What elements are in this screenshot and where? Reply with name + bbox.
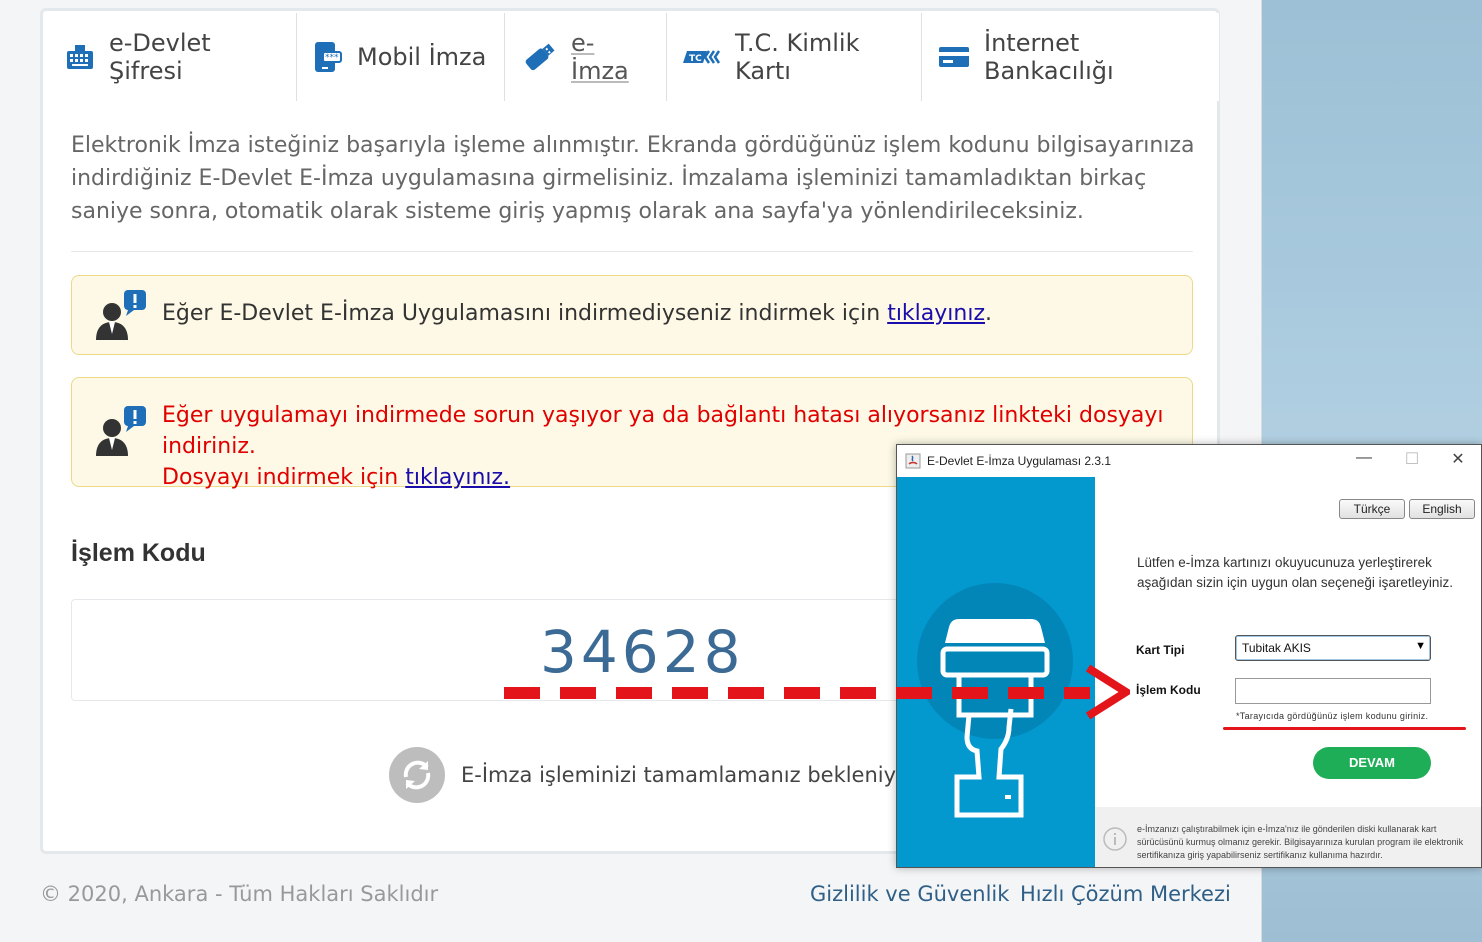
tab-label: İnternet Bankacılığı xyxy=(984,29,1114,85)
minimize-button[interactable]: — xyxy=(1349,449,1379,467)
mobile-signature-icon: *** xyxy=(315,42,342,72)
form-panel: Türkçe English Lütfen e-İmza kartınızı o… xyxy=(1095,477,1481,867)
usb-token-icon xyxy=(525,43,555,71)
islem-kodu-hint: *Tarayıcıda gördüğünüz işlem kodunu giri… xyxy=(1236,711,1429,721)
svg-text:***: *** xyxy=(325,53,339,63)
tab-label: T.C. Kimlik Kartı xyxy=(735,29,860,85)
tc-id-card-icon: TC xyxy=(683,50,721,64)
download-app-link[interactable]: tıklayınız xyxy=(887,301,985,326)
user-alert-icon xyxy=(96,290,146,340)
svg-text:TC: TC xyxy=(689,54,702,64)
window-title: E-Devlet E-İmza Uygulaması 2.3.1 xyxy=(927,454,1112,468)
download-app-alert: Eğer E-Devlet E-İmza Uygulamasını indirm… xyxy=(71,275,1193,355)
turkce-button[interactable]: Türkçe xyxy=(1339,499,1405,519)
islem-kodu-title: İşlem Kodu xyxy=(71,539,206,567)
tab-tc-kimlik-karti[interactable]: TC T.C. Kimlik Kartı xyxy=(667,13,922,101)
alert-line-2: Dosyayı indirmek için xyxy=(162,465,406,490)
tab-edevlet-sifresi[interactable]: e-Devlet Şifresi xyxy=(45,13,297,101)
close-button[interactable]: ✕ xyxy=(1443,449,1473,469)
kart-tipi-label: Kart Tipi xyxy=(1136,643,1185,657)
java-app-icon xyxy=(905,453,921,469)
instructions: Lütfen e-İmza kartınızı okuyucunuza yerl… xyxy=(1137,553,1453,593)
islem-kodu-input[interactable] xyxy=(1235,678,1431,704)
keypad-icon xyxy=(67,45,93,69)
tab-label: e-Devlet Şifresi xyxy=(109,29,211,85)
login-method-tabs: e-Devlet Şifresi *** Mobil İmza e-İmza T… xyxy=(45,13,1219,101)
tab-e-imza[interactable]: e-İmza xyxy=(505,13,667,101)
edevlet-eimza-app-window: E-Devlet E-İmza Uygulaması 2.3.1 — ☐ ✕ T… xyxy=(896,444,1482,868)
info-icon xyxy=(1103,827,1127,851)
help-center-link[interactable]: Hızlı Çözüm Merkezi xyxy=(1020,882,1231,906)
user-alert-icon xyxy=(96,406,146,456)
alert-message: Eğer E-Devlet E-İmza Uygulamasını indirm… xyxy=(162,301,888,326)
instructions-line-1: Lütfen e-İmza kartınızı okuyucunuza yerl… xyxy=(1137,555,1432,570)
red-dashed-arrow xyxy=(504,664,1130,720)
privacy-link[interactable]: Gizlilik ve Güvenlik xyxy=(810,882,1009,906)
alert-suffix: . xyxy=(985,301,992,326)
intro-text: Elektronik İmza isteğiniz başarıyla işle… xyxy=(71,133,1195,224)
devam-button[interactable]: DEVAM xyxy=(1313,747,1431,779)
footnote-text: e-İmzanızı çalıştırabilmek için e-İmza'n… xyxy=(1137,824,1464,860)
islem-kodu-label: İşlem Kodu xyxy=(1136,683,1201,697)
dropdown-caret-icon: ▼ xyxy=(1415,640,1426,652)
dialog-footer: e-İmzanızı çalıştırabilmek için e-İmza'n… xyxy=(1095,807,1481,867)
tab-label: Mobil İmza xyxy=(357,43,487,71)
footer-copyright: © 2020, Ankara - Tüm Hakları Saklıdır xyxy=(40,882,439,906)
red-highlight-underline xyxy=(1223,727,1466,730)
tab-mobil-imza[interactable]: *** Mobil İmza xyxy=(297,13,505,101)
kart-tipi-value: Tubitak AKIS xyxy=(1242,641,1311,655)
download-file-link[interactable]: tıklayınız. xyxy=(405,465,510,490)
alert-text: Eğer E-Devlet E-İmza Uygulamasını indirm… xyxy=(162,298,992,329)
bank-card-icon xyxy=(939,47,969,67)
waiting-text: E-İmza işleminizi tamamlamanız bekleniyo… xyxy=(461,763,936,787)
english-button[interactable]: English xyxy=(1409,499,1475,519)
maximize-button[interactable]: ☐ xyxy=(1397,449,1427,469)
divider xyxy=(71,251,1193,252)
instructions-line-2: aşağıdan sizin için uygun olan seçeneği … xyxy=(1137,575,1453,590)
refresh-spinner-icon xyxy=(389,747,445,803)
kart-tipi-select[interactable]: Tubitak AKIS ▼ xyxy=(1235,635,1431,661)
waiting-status: E-İmza işleminizi tamamlamanız bekleniyo… xyxy=(389,747,936,803)
tab-internet-bankaciligi[interactable]: İnternet Bankacılığı xyxy=(922,13,1219,101)
window-titlebar[interactable]: E-Devlet E-İmza Uygulaması 2.3.1 — ☐ ✕ xyxy=(897,445,1481,477)
tab-label: e-İmza xyxy=(571,29,629,85)
